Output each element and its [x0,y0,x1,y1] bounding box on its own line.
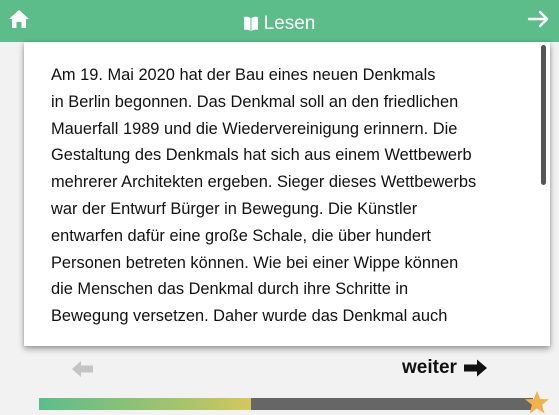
text-line: Gestaltung des Denkmals hat sich aus ein… [51,146,472,165]
progress-bar [39,398,533,410]
text-line: Mauerfall 1989 und die Wiedervereinigung… [51,119,458,138]
weiter-label: weiter [402,357,457,378]
star-icon [525,391,549,414]
text-line: Personen betreten können. Wie bei einer … [51,253,459,272]
book-icon [243,15,258,37]
text-line: die Menschen das Denkmal durch ihre Schr… [51,280,409,299]
page-title-label: Lesen [263,13,316,34]
weiter-button[interactable]: weiter [402,355,487,381]
text-line: mehrerer Architekten ergeben. Sieger die… [51,173,477,192]
arrow-left-icon [72,361,93,377]
text-line: entwarfen dafür eine große Schale, die ü… [51,226,431,245]
header-bar: Lesen [0,0,559,42]
page-title: Lesen [0,13,559,37]
scrollbar-thumb[interactable] [541,45,546,185]
previous-button[interactable] [72,360,94,378]
header-next-button[interactable] [527,8,551,30]
text-line: in Berlin begonnen. Das Denkmal soll an … [51,92,459,111]
text-line: Bewegung versetzen. Daher wurde das Denk… [51,307,448,326]
reading-card[interactable]: Am 19. Mai 2020 hat der Bau eines neuen … [24,42,550,346]
progress-fill [39,398,252,410]
arrow-right-icon [463,359,487,377]
text-line: war der Entwurf Bürger in Bewegung. Die … [51,199,418,218]
reading-text: Am 19. Mai 2020 hat der Bau eines neuen … [51,62,521,330]
arrow-right-icon [527,10,549,28]
text-line: Am 19. Mai 2020 hat der Bau eines neuen … [51,66,436,84]
